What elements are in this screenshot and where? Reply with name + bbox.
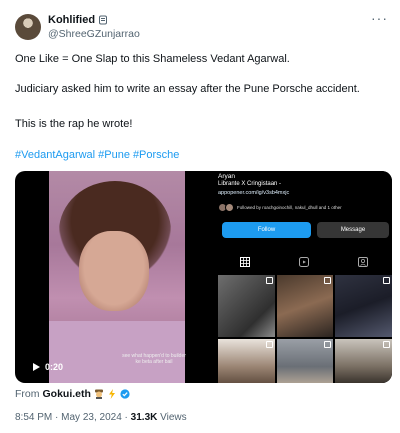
- ig-post-grid: [218, 275, 392, 383]
- play-icon[interactable]: [33, 363, 40, 371]
- grid-icon: [239, 257, 250, 267]
- tweet-meta: 8:54 PM · May 23, 2024 · 31.3K Views: [15, 412, 187, 423]
- video-subject-face: [79, 231, 149, 311]
- video-time: 0:20: [45, 362, 64, 372]
- media-attribution: From Gokui.eth: [15, 388, 130, 400]
- tweet-time[interactable]: 8:54 PM: [15, 412, 52, 423]
- man-emoji-icon: [94, 389, 103, 399]
- ig-message-button: Message: [317, 222, 389, 238]
- ig-post-thumbnail: [218, 339, 275, 383]
- ig-profile-bio: Librante X Cringistaan -: [218, 181, 282, 187]
- attribution-user[interactable]: Gokui.eth: [43, 388, 91, 400]
- ig-follower-avatar: [225, 203, 234, 212]
- video-caption: see what happen'd to builder ke beta aft…: [122, 353, 186, 365]
- video-controls[interactable]: 0:20: [33, 362, 63, 372]
- avatar[interactable]: [15, 14, 41, 40]
- author-name-row: Kohlified: [48, 14, 108, 26]
- video-frame: see what happen'd to builder ke beta aft…: [49, 171, 186, 383]
- ig-post-thumbnail: [276, 339, 334, 383]
- hashtag-link[interactable]: #Porsche: [133, 149, 179, 161]
- ig-followed-by-text: Followed by roachgoinochill, nakul_dhull…: [237, 205, 342, 210]
- meta-separator: ·: [55, 412, 59, 423]
- ig-followed-by: Followed by roachgoinochill, nakul_dhull…: [218, 203, 342, 212]
- tweet-text-line-1: One Like = One Slap to this Shameless Ve…: [15, 53, 290, 65]
- hashtag-link[interactable]: #Pune: [98, 149, 130, 161]
- display-name[interactable]: Kohlified: [48, 14, 95, 26]
- meta-separator: ·: [124, 412, 128, 423]
- badge-icon: [99, 15, 108, 25]
- tweet-text-line-2: Judiciary asked him to write an essay af…: [15, 83, 360, 95]
- attribution-prefix: From: [15, 388, 40, 400]
- tweet-text-line-3: This is the rap he wrote!: [15, 118, 133, 130]
- more-options-icon[interactable]: ···: [371, 11, 388, 25]
- views-count: 31.3K: [130, 412, 158, 423]
- views-label: Views: [160, 412, 187, 423]
- lightning-emoji-icon: [108, 389, 115, 399]
- ig-profile-name: Aryan: [218, 173, 235, 180]
- handle[interactable]: @ShreeGZunjarrao: [48, 28, 140, 40]
- verified-badge-icon: [120, 389, 130, 399]
- ig-post-thumbnail: [218, 275, 275, 337]
- video-player[interactable]: see what happen'd to builder ke beta aft…: [15, 171, 392, 383]
- ig-post-thumbnail: [335, 275, 392, 337]
- hashtags: #VedantAgarwal #Pune #Porsche: [15, 148, 182, 162]
- ig-follow-button: Follow: [222, 222, 311, 238]
- ig-tabs: [215, 255, 392, 269]
- tweet: Kohlified @ShreeGZunjarrao ··· One Like …: [0, 0, 400, 433]
- tweet-date[interactable]: May 23, 2024: [61, 412, 122, 423]
- hashtag-link[interactable]: #VedantAgarwal: [15, 149, 95, 161]
- ig-profile-link: appopener.com/ig/v3sb4mxjc: [218, 190, 290, 196]
- instagram-profile-overlay: Aryan Librante X Cringistaan - appopener…: [215, 171, 392, 383]
- tagged-icon: [357, 257, 368, 267]
- video-subject-shirt: [49, 321, 185, 383]
- ig-post-thumbnail: [276, 275, 334, 337]
- reels-icon: [298, 257, 309, 267]
- ig-post-thumbnail: [335, 339, 392, 383]
